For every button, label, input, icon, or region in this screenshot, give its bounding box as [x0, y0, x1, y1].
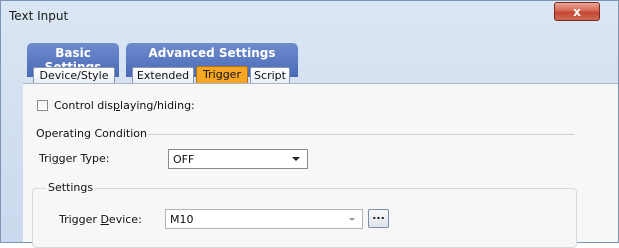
tab-extended[interactable]: Extended — [132, 67, 194, 83]
close-button[interactable]: x — [554, 2, 600, 21]
browse-device-button[interactable]: ... — [368, 209, 389, 228]
operating-condition-divider — [148, 134, 574, 135]
trigger-type-select[interactable]: OFF — [168, 149, 308, 169]
window-title: Text Input — [9, 9, 69, 23]
operating-condition-heading: Operating Condition — [36, 127, 147, 140]
tab-script[interactable]: Script — [250, 67, 290, 83]
chevron-down-icon — [292, 157, 300, 161]
tab-trigger[interactable]: Trigger — [196, 66, 248, 84]
trigger-device-label: Trigger Device: — [59, 213, 142, 226]
settings-heading: Settings — [46, 181, 96, 194]
trigger-type-label: Trigger Type: — [39, 152, 110, 165]
control-displaying-hiding-label: Control displaying/hiding: — [54, 99, 195, 112]
trigger-device-combobox[interactable]: M10 — [165, 209, 363, 229]
title-bar: Text Input x — [1, 1, 618, 31]
trigger-device-value: M10 — [170, 213, 194, 226]
close-icon: x — [573, 5, 581, 19]
tab-device-style[interactable]: Device/Style — [33, 67, 115, 83]
control-displaying-hiding-checkbox[interactable] — [37, 100, 48, 111]
trigger-type-value: OFF — [173, 153, 195, 166]
tab-group-advanced-label: Advanced Settings — [148, 46, 276, 60]
chevron-down-icon — [349, 218, 355, 221]
text-input-dialog: Text Input x Basic Settings Advanced Set… — [0, 0, 619, 248]
